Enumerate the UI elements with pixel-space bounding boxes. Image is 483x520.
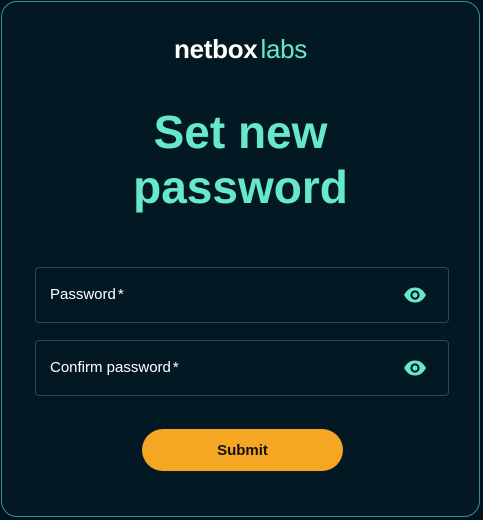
eye-icon[interactable] bbox=[402, 357, 428, 379]
confirm-password-field[interactable]: Confirm password * bbox=[35, 340, 449, 396]
title-line-1: Set new bbox=[153, 106, 328, 158]
required-marker: * bbox=[117, 286, 124, 303]
password-label: Password * bbox=[50, 286, 124, 304]
title-line-2: password bbox=[133, 161, 348, 213]
confirm-password-label-text: Confirm password bbox=[50, 359, 171, 376]
netbox-labs-logo: netbox labs bbox=[2, 32, 479, 66]
set-password-card: netbox labs Set new password Password * Co… bbox=[1, 1, 480, 517]
confirm-password-label: Confirm password * bbox=[50, 359, 179, 377]
required-marker: * bbox=[172, 359, 179, 376]
logo-text-netbox: netbox bbox=[174, 34, 258, 64]
page-title: Set new password bbox=[2, 105, 479, 215]
logo-text-labs: labs bbox=[260, 34, 307, 64]
password-field[interactable]: Password * bbox=[35, 267, 449, 323]
submit-button[interactable]: Submit bbox=[142, 429, 343, 471]
eye-icon[interactable] bbox=[402, 284, 428, 306]
password-label-text: Password bbox=[50, 286, 116, 303]
